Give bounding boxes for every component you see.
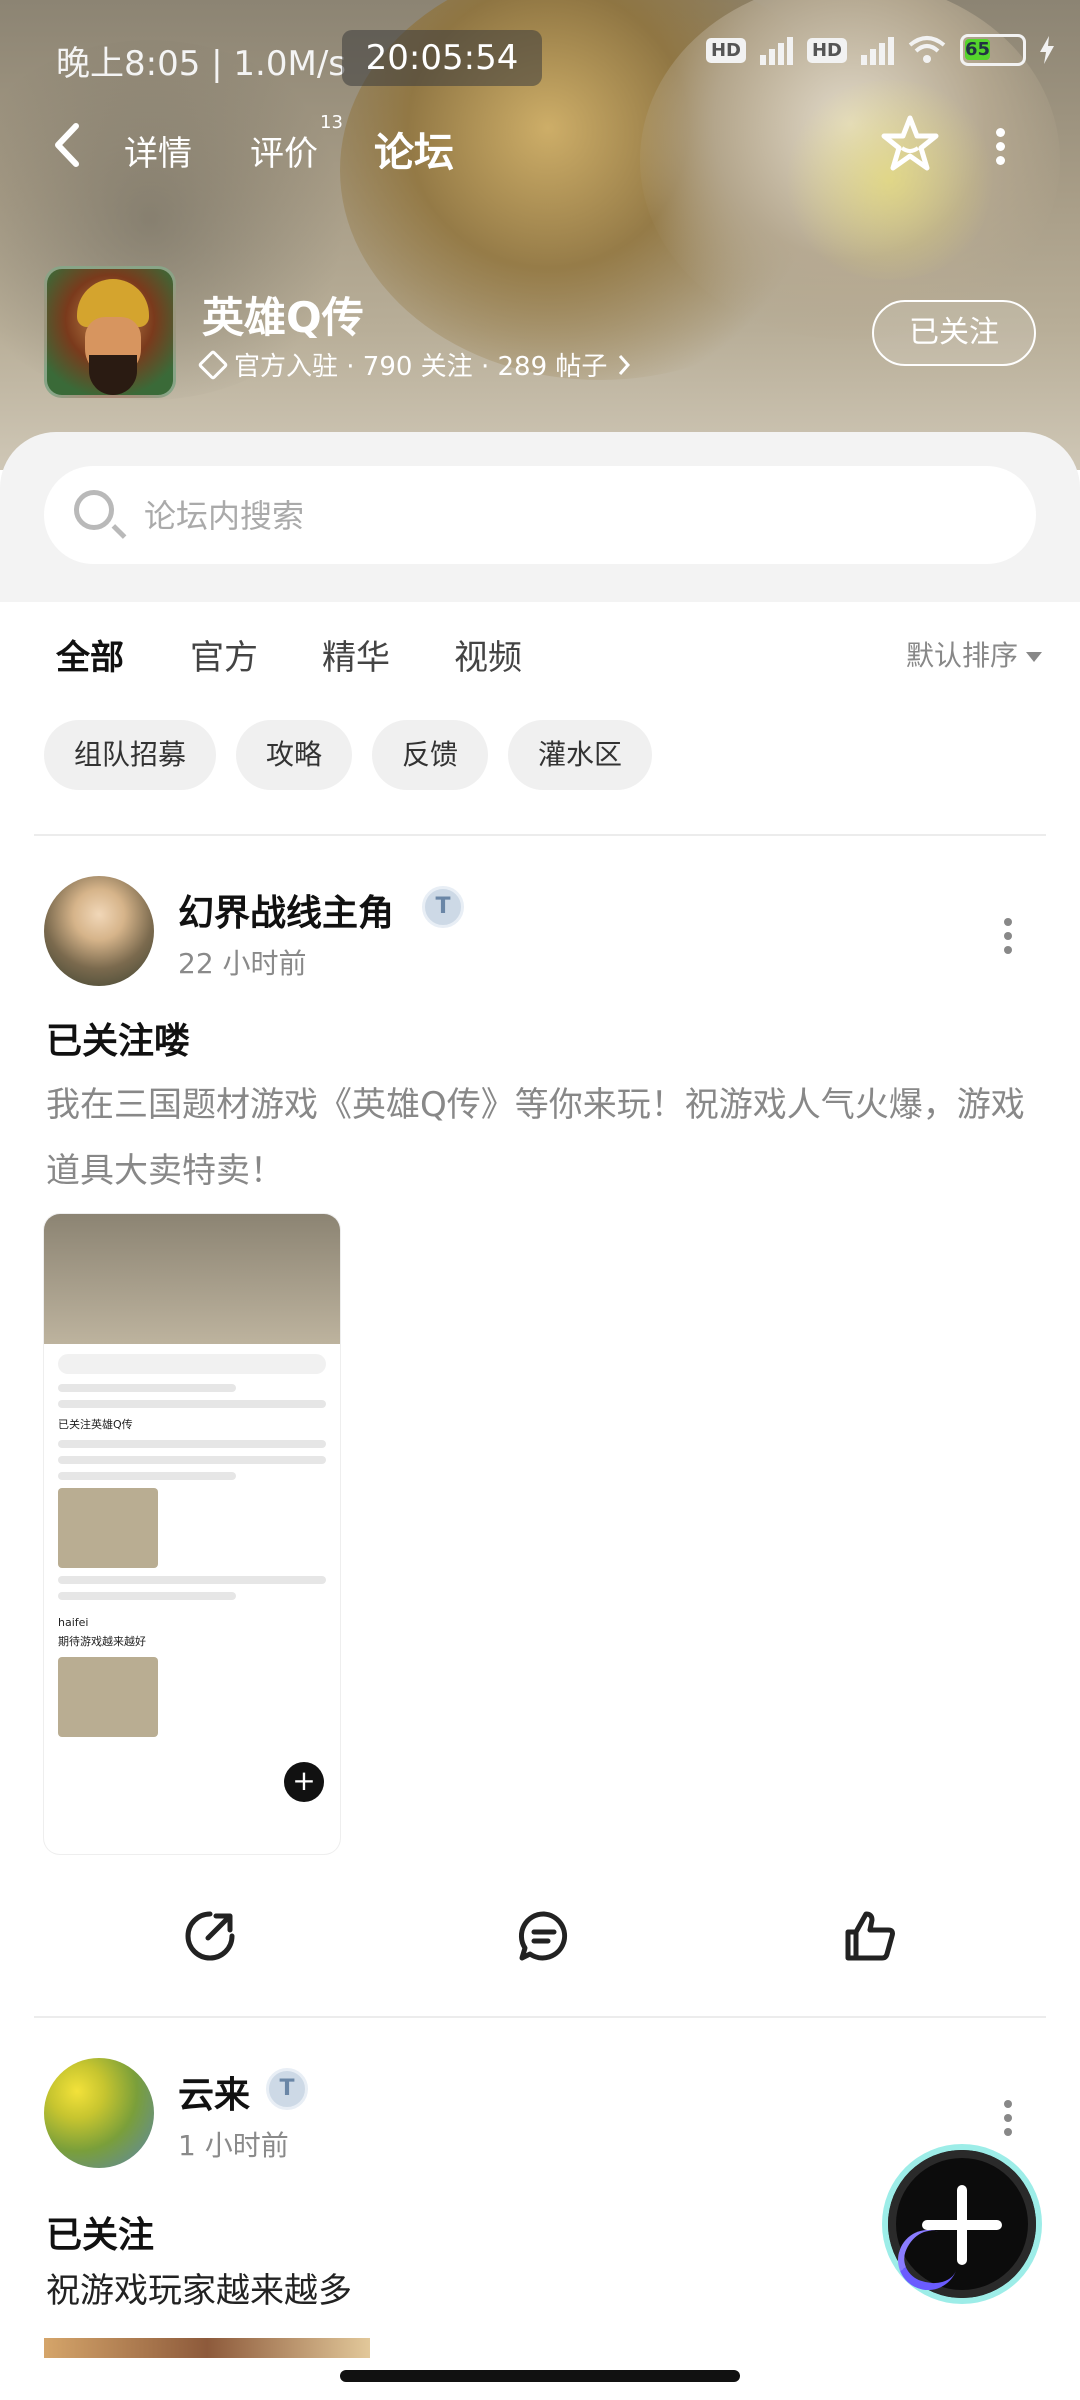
- status-icons: HD HD 65: [705, 34, 1054, 66]
- post-time: 1 小时前: [178, 2129, 289, 2162]
- search-bar[interactable]: [44, 466, 1036, 564]
- wifi-icon: [908, 36, 946, 63]
- status-time: 晚上8:05 | 1.0M/s: [56, 44, 346, 84]
- avatar[interactable]: [44, 2058, 154, 2168]
- game-meta[interactable]: 官方入驻 · 790 关注 · 289 帖子: [197, 346, 631, 383]
- status-clock: 20:05:54: [342, 30, 542, 86]
- comment-icon[interactable]: [516, 1908, 572, 1964]
- post-body: 我在三国题材游戏《英雄Q传》等你来玩！祝游戏人气火爆，游戏道具大卖特卖！: [46, 1085, 1025, 1191]
- review-count: 13: [320, 112, 343, 133]
- post-image-title: 已关注英雄Q传: [58, 1418, 133, 1431]
- home-indicator[interactable]: [340, 2370, 740, 2382]
- signal-icon-2: [861, 35, 894, 65]
- category-chips: 组队招募 攻略 反馈 灌水区: [44, 720, 653, 790]
- divider: [34, 2016, 1046, 2018]
- chip-feedback[interactable]: 反馈: [372, 720, 489, 790]
- level-badge-icon: T: [266, 2068, 308, 2110]
- tab-official[interactable]: 官方: [190, 630, 258, 679]
- sort-dropdown[interactable]: 默认排序: [906, 634, 1042, 674]
- post-username[interactable]: 云来: [178, 2066, 250, 2118]
- follow-button[interactable]: 已关注: [872, 300, 1036, 366]
- back-button[interactable]: [52, 120, 82, 180]
- chevron-left-icon: [55, 123, 79, 167]
- post-image[interactable]: [44, 2338, 370, 2358]
- search-icon: [74, 490, 114, 530]
- post-image[interactable]: 已关注英雄Q传 haifei 期待游戏越来越好 +: [44, 1214, 340, 1854]
- chip-team-recruit[interactable]: 组队招募: [44, 720, 217, 790]
- chip-chat[interactable]: 灌水区: [508, 720, 653, 790]
- official-diamond-icon: [197, 348, 229, 381]
- chip-guides[interactable]: 攻略: [236, 720, 353, 790]
- post-actions: [0, 1908, 1080, 1978]
- search-input[interactable]: [144, 492, 1004, 540]
- thumbs-up-icon[interactable]: [842, 1908, 898, 1964]
- caret-down-icon: [1026, 652, 1042, 662]
- battery-icon: 65: [960, 34, 1026, 66]
- top-nav: 详情 评价 13 论坛: [0, 110, 1080, 190]
- tab-forum[interactable]: 论坛: [374, 120, 454, 180]
- game-meta-text: 官方入驻 · 790 关注 · 289 帖子: [234, 352, 608, 382]
- status-bar: 晚上8:05 | 1.0M/s 20:05:54 HD HD 65: [0, 0, 1080, 110]
- signal-icon: [759, 35, 793, 65]
- post-image-caption: 期待游戏越来越好: [58, 1635, 146, 1648]
- level-badge-icon: T: [422, 886, 464, 928]
- more-menu-button[interactable]: [996, 128, 1008, 165]
- post-more-icon[interactable]: [1004, 918, 1014, 960]
- sort-label: 默认排序: [905, 639, 1018, 672]
- filter-tabs: 全部 官方 精华 视频 默认排序: [0, 610, 1080, 700]
- post-time: 22 小时前: [178, 947, 307, 980]
- tab-reviews[interactable]: 评价: [250, 126, 318, 175]
- divider: [34, 834, 1046, 836]
- share-icon[interactable]: [182, 1908, 238, 1964]
- post-body: 祝游戏玩家越来越多: [46, 2271, 352, 2311]
- post-username[interactable]: 幻界战线主角: [178, 884, 394, 936]
- avatar[interactable]: [44, 876, 154, 986]
- tab-featured[interactable]: 精华: [322, 630, 390, 679]
- add-post-button[interactable]: [888, 2150, 1036, 2299]
- game-name: 英雄Q传: [202, 293, 364, 342]
- tab-all[interactable]: 全部: [56, 630, 124, 685]
- post-title: 已关注: [46, 2215, 155, 2256]
- post-title: 已关注喽: [46, 1021, 191, 1062]
- favorite-star-icon[interactable]: [880, 114, 940, 174]
- post-image-user: haifei: [58, 1616, 89, 1629]
- chevron-right-icon: [619, 354, 631, 375]
- hd-icon-2: HD: [806, 37, 847, 63]
- hd-icon: HD: [705, 37, 746, 63]
- tab-video[interactable]: 视频: [454, 630, 522, 679]
- charging-icon: [1040, 36, 1054, 64]
- post-more-icon[interactable]: [1004, 2100, 1014, 2142]
- plus-icon: +: [284, 1762, 324, 1802]
- game-icon[interactable]: [44, 266, 176, 398]
- tab-details[interactable]: 详情: [124, 126, 192, 175]
